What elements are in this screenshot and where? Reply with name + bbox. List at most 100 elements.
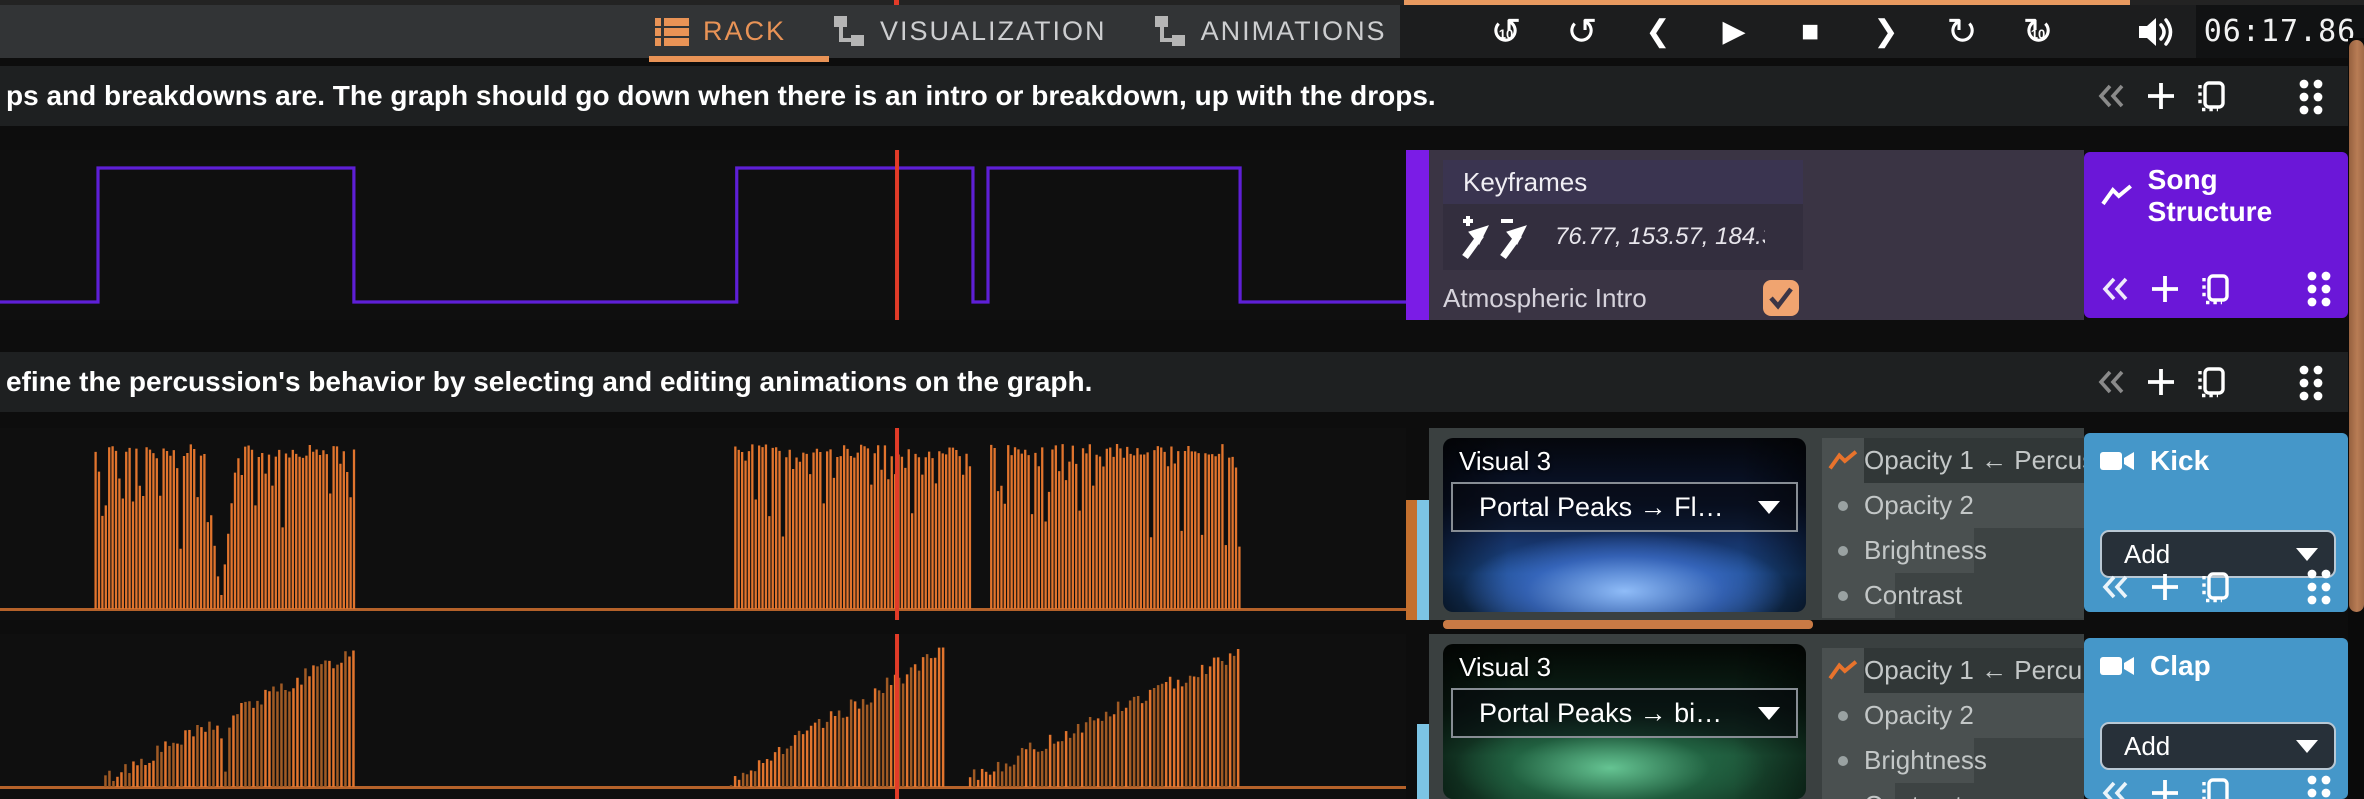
main-tabs: RACK VISUALIZATION ANIMATIONS: [655, 5, 1387, 58]
keyframes-panel: Keyframes 76.77, 153.57, 184.30, 2… A: [1429, 150, 2084, 320]
volume-button[interactable]: [2136, 15, 2176, 49]
section-header-actions: [2096, 66, 2226, 126]
bullet-icon: [1838, 755, 1848, 766]
vertical-scrollbar-thumb[interactable]: [2349, 40, 2364, 612]
section-header-actions: [2096, 352, 2226, 412]
chevron-down-icon: [2296, 739, 2318, 753]
speaker-icon: [2139, 18, 2173, 46]
clap-rack-area: Visual 3 Portal Peaks → bi… Opacity 1 ← …: [1429, 634, 2084, 799]
animations-icon: [1154, 15, 1185, 46]
bullet-icon: [1838, 500, 1848, 511]
add-icon[interactable]: [2150, 274, 2180, 304]
section-description: ps and breakdowns are. The graph should …: [6, 80, 1436, 111]
add-label: Add: [2124, 538, 2171, 569]
keyframes-box: Keyframes 76.77, 153.57, 184.30, 2…: [1443, 160, 1803, 270]
visual-title: Visual 3: [1459, 652, 1552, 682]
stop-button[interactable]: ■: [1790, 16, 1830, 47]
add-label: Add: [2124, 730, 2171, 761]
block-title: Song Structure: [2147, 164, 2273, 227]
duplicate-icon[interactable]: [2200, 571, 2230, 603]
song-structure-block[interactable]: Song Structure: [2084, 152, 2348, 318]
tab-animations[interactable]: ANIMATIONS: [1153, 15, 1387, 48]
collapse-icon[interactable]: [2100, 779, 2130, 799]
animation-item[interactable]: Opacity 1 ← Percus: [1822, 438, 2084, 483]
animation-item[interactable]: Brightness: [1822, 528, 2084, 573]
add-animation-dropdown[interactable]: Add: [2100, 722, 2336, 770]
visual-preset-dropdown[interactable]: Portal Peaks → bi…: [1451, 688, 1798, 738]
redo-loop-button[interactable]: ↻: [1942, 13, 1982, 50]
drag-handle-icon[interactable]: [2298, 364, 2324, 402]
animation-item[interactable]: Opacity 2: [1822, 483, 2084, 528]
visual-preset-value: Portal Peaks → Fl…: [1479, 491, 1724, 522]
bullet-icon: [1838, 590, 1848, 601]
duplicate-icon[interactable]: [2200, 273, 2230, 305]
drag-handle-icon[interactable]: [2298, 78, 2324, 116]
preset-label: Atmospheric Intro: [1443, 282, 1647, 313]
tab-animations-label: ANIMATIONS: [1200, 16, 1387, 46]
visual-preset-value: Portal Peaks → bi…: [1479, 697, 1723, 728]
add-remove-keyframe-icon[interactable]: [1455, 213, 1541, 261]
block-title: Kick: [2150, 445, 2210, 476]
clap-visual-card[interactable]: Visual 3 Portal Peaks → bi…: [1443, 644, 1806, 799]
collapse-icon[interactable]: [2096, 368, 2126, 396]
animation-label: Brightness: [1864, 535, 1987, 565]
play-button[interactable]: ▶: [1714, 16, 1754, 47]
block-actions: [2100, 774, 2332, 799]
collapse-icon[interactable]: [2100, 573, 2130, 601]
animation-item[interactable]: Opacity 2: [1822, 693, 2084, 738]
chevron-down-icon: [2296, 547, 2318, 561]
keyframes-row[interactable]: 76.77, 153.57, 184.30, 2…: [1443, 204, 1803, 270]
drag-handle-icon[interactable]: [2306, 774, 2332, 799]
horizontal-scrollbar[interactable]: [1443, 620, 1813, 629]
next-button[interactable]: ❯: [1866, 16, 1906, 47]
visual-preset-dropdown[interactable]: Portal Peaks → Fl…: [1451, 482, 1798, 532]
song-structure-color-strip: [1406, 150, 1429, 320]
animation-item[interactable]: Opacity 1 ← Percu: [1822, 648, 2084, 693]
tab-rack-label: RACK: [703, 16, 787, 46]
rewind-button[interactable]: ↺: [1562, 13, 1602, 50]
skip-forward-10-button[interactable]: ↻ 10: [2018, 13, 2058, 50]
drag-handle-icon[interactable]: [2306, 270, 2332, 308]
kick-rack-area: Visual 3 Portal Peaks → Fl… Opacity 1 ← …: [1429, 428, 2084, 620]
kick-visual-card[interactable]: Visual 3 Portal Peaks → Fl…: [1443, 438, 1806, 612]
clap-animation-list: Opacity 1 ← Percu Opacity 2 Brightness C…: [1822, 648, 2084, 799]
transport-controls: ↺ 10 ↺ ❮ ▶ ■ ❯ ↻ ↻ 10: [1486, 5, 2058, 58]
duplicate-icon[interactable]: [2196, 366, 2226, 398]
animation-label: Opacity 1 ← Percu: [1864, 655, 2083, 685]
drag-handle-icon[interactable]: [2306, 568, 2332, 606]
duplicate-icon[interactable]: [2200, 777, 2230, 799]
add-icon[interactable]: [2146, 81, 2176, 111]
clap-color-strip-blue: [1417, 724, 1429, 799]
collapse-icon[interactable]: [2100, 275, 2130, 303]
tab-visualization[interactable]: VISUALIZATION: [832, 15, 1107, 48]
animation-item[interactable]: Brightness: [1822, 738, 2084, 783]
collapse-icon[interactable]: [2096, 82, 2126, 110]
add-icon[interactable]: [2150, 778, 2180, 799]
keyframes-header: Keyframes: [1443, 160, 1803, 204]
active-tab-underline: [649, 56, 829, 62]
rack-icon: [655, 17, 689, 46]
preset-row: Atmospheric Intro: [1443, 278, 1803, 318]
block-actions: [2100, 568, 2332, 606]
vertical-scrollbar[interactable]: [2348, 38, 2364, 799]
previous-button[interactable]: ❮: [1638, 16, 1678, 47]
block-title-row: Kick: [2084, 433, 2348, 477]
video-camera-icon: [2100, 452, 2134, 470]
preset-checkbox[interactable]: [1763, 280, 1799, 316]
visualization-icon: [834, 15, 865, 46]
tab-visualization-label: VISUALIZATION: [880, 16, 1107, 46]
duplicate-icon[interactable]: [2196, 80, 2226, 112]
tab-rack[interactable]: RACK: [655, 16, 786, 47]
add-icon[interactable]: [2146, 367, 2176, 397]
clap-block[interactable]: Clap Add: [2084, 638, 2348, 799]
kick-block[interactable]: Kick Add: [2084, 433, 2348, 612]
add-icon[interactable]: [2150, 572, 2180, 602]
visual-title: Visual 3: [1459, 446, 1552, 476]
animation-item[interactable]: Contrast: [1822, 573, 2084, 618]
kick-waveform-graph[interactable]: [0, 428, 1406, 620]
skip-back-10-button[interactable]: ↺ 10: [1486, 13, 1526, 50]
app-window: RACK VISUALIZATION ANIMATIONS ↺ 10 ↺ ❮ ▶…: [0, 0, 2364, 799]
animation-item[interactable]: Contrast: [1822, 783, 2084, 799]
clap-waveform-graph[interactable]: [0, 634, 1406, 799]
song-structure-graph[interactable]: [0, 150, 1406, 320]
